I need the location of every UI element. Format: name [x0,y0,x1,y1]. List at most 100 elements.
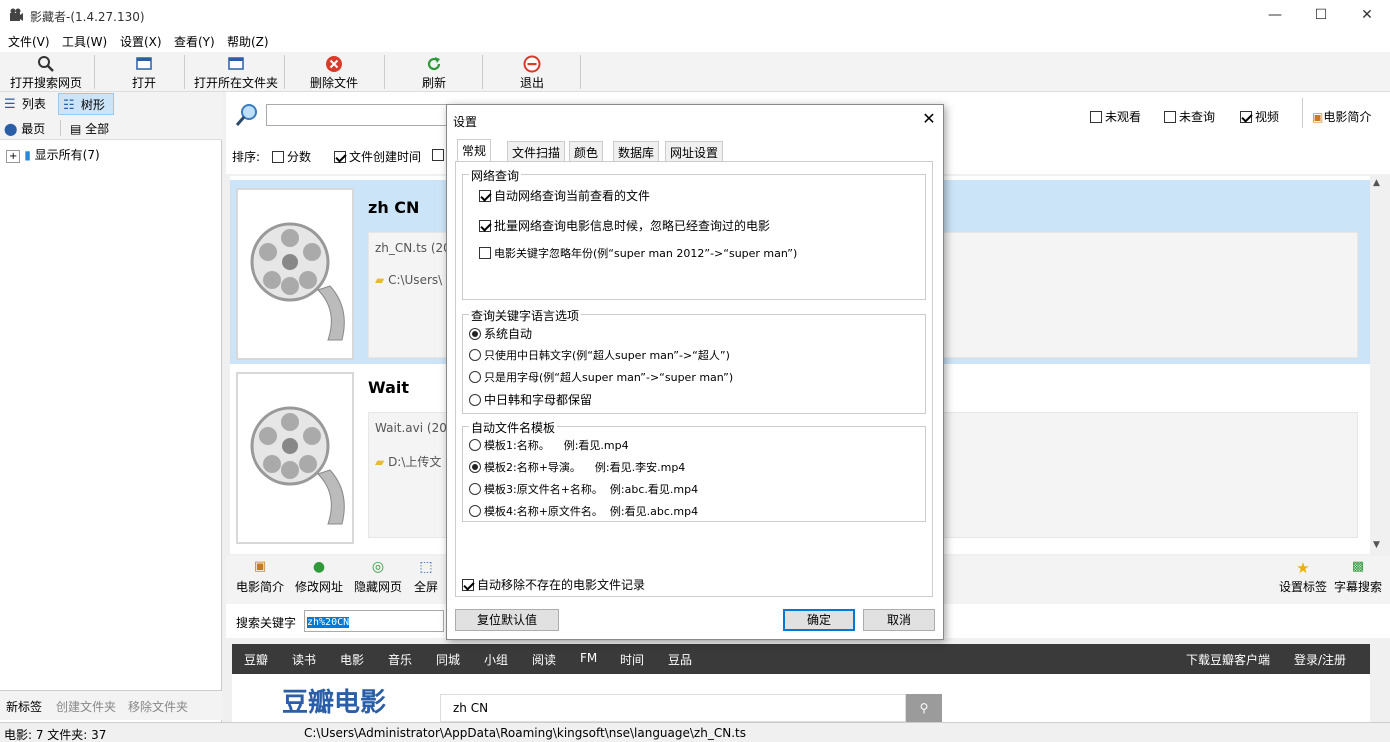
login-link[interactable]: 登录/注册 [1294,651,1346,668]
list-view-button[interactable]: ☰ 列表 [4,95,46,112]
template-2-label: 模板2:名称+导演。 例:看见.李安.mp4 [484,461,686,474]
lang-auto-radio[interactable]: 系统自动 [469,325,532,342]
film-reel-thumbnail [236,188,354,360]
web-nav-link[interactable]: 小组 [484,651,508,668]
template-1-label: 模板1:名称。 例:看见.mp4 [484,439,629,452]
template-2-radio[interactable]: 模板2:名称+导演。 例:看见.李安.mp4 [469,459,685,475]
search-icon [38,56,54,72]
open-folder-button[interactable]: 打开所在文件夹 [192,52,280,92]
top-page-button[interactable]: ⬤ 最页 [4,120,45,137]
scroll-up-icon[interactable]: ▲ [1373,178,1380,188]
toolbar-divider [184,55,185,89]
folder-window-icon [228,57,244,70]
all-button[interactable]: ▤ 全部 [70,120,109,137]
tab-file-scan[interactable]: 文件扫描 [507,141,566,162]
web-search-input[interactable]: zh CN [440,694,906,722]
open-folder-label: 打开所在文件夹 [193,76,278,90]
close-button[interactable]: ✕ [1344,0,1390,30]
movie-path-row[interactable]: ▰ C:\Users\ [375,273,442,287]
keyword-input[interactable]: zh%20CN [304,610,444,632]
menu-help[interactable]: 帮助(Z) [227,33,269,50]
web-nav-link[interactable]: 豆瓣 [244,651,268,668]
web-logo[interactable]: 豆瓣电影 [282,688,386,722]
movie-intro-button[interactable]: ▣电影简介 [1312,108,1371,125]
tree-root[interactable]: + ▮ 显示所有(7) [6,146,100,163]
auto-net-query-checkbox[interactable]: 自动网络查询当前查看的文件 [479,187,650,204]
modify-url-button[interactable]: ● 修改网址 [294,556,344,596]
new-tag-button[interactable]: 新标签 [6,698,42,715]
web-scrollbar[interactable] [1370,644,1386,722]
batch-skip-queried-label: 批量网络查询电影信息时候，忽略已经查询过的电影 [494,219,771,233]
template-1-radio[interactable]: 模板1:名称。 例:看见.mp4 [469,437,629,453]
menu-view[interactable]: 查看(Y) [174,33,215,50]
sort-created-label: 文件创建时间 [349,150,422,164]
web-nav-link[interactable]: 豆品 [668,651,692,668]
delete-file-button[interactable]: 删除文件 [306,52,362,92]
fullscreen-button[interactable]: ⬚ 全屏 [412,556,440,596]
tab-colors[interactable]: 颜色 [569,141,604,162]
web-nav-link[interactable]: 音乐 [388,651,412,668]
web-nav-link[interactable]: 读书 [292,651,316,668]
status-counts: 电影: 7 文件夹: 37 [4,728,107,742]
list-scrollbar[interactable]: ▲ ▼ [1370,176,1386,554]
open-search-web-button[interactable]: 打开搜索网页 [8,52,84,92]
web-search-button[interactable]: ⚲ [906,694,942,722]
web-nav-link[interactable]: 同城 [436,651,460,668]
tab-database[interactable]: 数据库 [613,141,660,162]
magnifier-icon[interactable] [234,102,260,128]
refresh-button[interactable]: 刷新 [416,52,452,92]
menu-file[interactable]: 文件(V) [8,33,50,50]
net-query-group: 网络查询 自动网络查询当前查看的文件 批量网络查询电影信息时候，忽略已经查询过的… [462,167,926,300]
auto-net-query-label: 自动网络查询当前查看的文件 [494,189,651,203]
scroll-down-icon[interactable]: ▼ [1373,540,1380,550]
tree-icon: ☷ [63,98,75,113]
template-4-radio[interactable]: 模板4:名称+原文件名。 例:看见.abc.mp4 [469,503,698,519]
set-tag-button[interactable]: ★ 设置标签 [1278,556,1328,596]
unwatched-checkbox[interactable]: 未观看 [1090,108,1141,125]
menu-settings[interactable]: 设置(X) [120,33,162,50]
tree-view-label: 树形 [80,98,105,112]
movie-path-row[interactable]: ▰ D:\上传文 [375,453,441,470]
fullscreen-label: 全屏 [413,580,438,594]
ignore-year-checkbox[interactable]: 电影关键字忽略年份(例“super man 2012”->“super man”… [479,245,797,261]
sort-extra-checkbox[interactable] [432,148,447,162]
status-bar: 电影: 7 文件夹: 37 C:\Users\Administrator\App… [0,722,1390,742]
web-nav-link[interactable]: 电影 [340,651,364,668]
create-folder-button[interactable]: 创建文件夹 [56,698,116,715]
expand-icon[interactable]: + [6,150,21,163]
open-search-web-label: 打开搜索网页 [9,76,82,90]
auto-remove-checkbox[interactable]: 自动移除不存在的电影文件记录 [462,576,645,593]
batch-skip-queried-checkbox[interactable]: 批量网络查询电影信息时候，忽略已经查询过的电影 [479,217,770,234]
tab-general[interactable]: 常规 [457,139,492,162]
lang-cjk-radio[interactable]: 只使用中日韩文字(例“超人super man”->“超人”) [469,347,730,363]
sort-created-checkbox[interactable]: 文件创建时间 [334,148,421,165]
download-client-link[interactable]: 下载豆瓣客户端 [1186,651,1270,668]
web-nav-link[interactable]: 阅读 [532,651,556,668]
subtitle-search-button[interactable]: ▩ 字幕搜索 [1332,556,1384,596]
sort-score-checkbox[interactable]: 分数 [272,148,311,165]
cancel-button[interactable]: 取消 [863,609,935,631]
exit-button[interactable]: 退出 [514,52,550,92]
menu-tools[interactable]: 工具(W) [62,33,107,50]
hide-web-button[interactable]: ◎ 隐藏网页 [352,556,404,596]
unqueried-checkbox[interactable]: 未查询 [1164,108,1215,125]
open-button[interactable]: 打开 [120,52,168,92]
app-logo-icon [10,8,23,21]
tab-url-settings[interactable]: 网址设置 [665,141,724,162]
web-nav-link[interactable]: FM [580,651,597,665]
minimize-button[interactable]: — [1252,0,1298,30]
intro-button[interactable]: ▣ 电影简介 [234,556,286,596]
lang-letters-radio[interactable]: 只是用字母(例“超人super man”->“super man”) [469,369,733,385]
video-checkbox[interactable]: 视频 [1240,108,1279,125]
reset-defaults-button[interactable]: 复位默认值 [455,609,559,631]
hide-web-label: 隐藏网页 [353,580,402,594]
maximize-button[interactable]: ☐ [1298,0,1344,30]
dialog-close-button[interactable]: ✕ [919,109,939,129]
web-nav-link[interactable]: 时间 [620,651,644,668]
ok-button[interactable]: 确定 [783,609,855,631]
template-3-radio[interactable]: 模板3:原文件名+名称。 例:abc.看见.mp4 [469,481,698,497]
checkbox-checked-icon [479,190,491,202]
remove-folder-button[interactable]: 移除文件夹 [128,698,188,715]
tree-view-button[interactable]: ☷ 树形 [58,93,114,115]
lang-both-radio[interactable]: 中日韩和字母都保留 [469,391,592,408]
